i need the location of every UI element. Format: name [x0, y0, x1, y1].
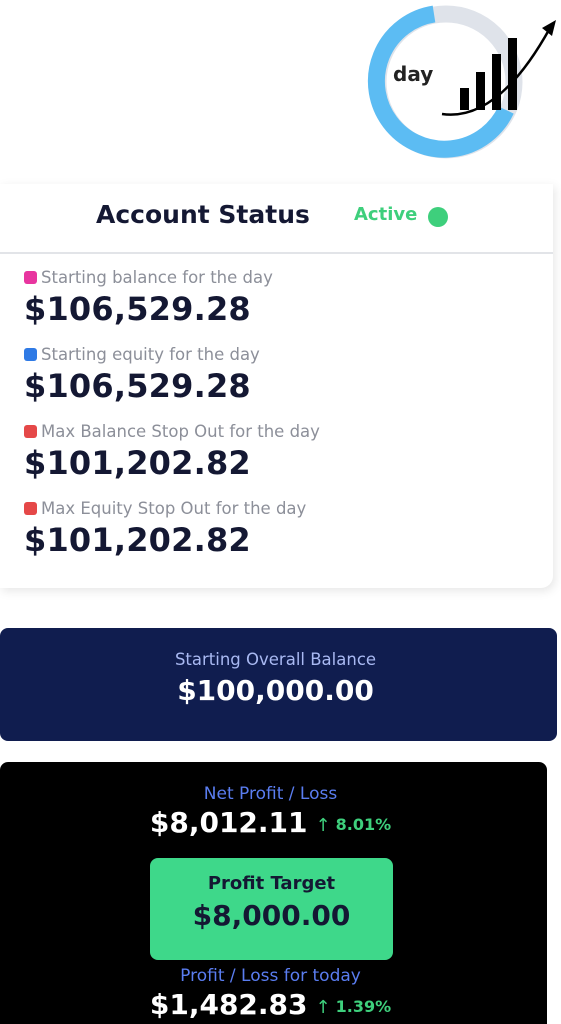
stat-value: $106,529.28 [24, 367, 251, 405]
stat-label: Starting balance for the day [41, 267, 273, 287]
blue-square-icon [24, 347, 37, 361]
net-profit-row: $8,012.11 ↑ 8.01% [0, 806, 541, 839]
profit-target-value: $8,000.00 [192, 899, 351, 932]
net-profit-percent: 8.01% [335, 815, 392, 834]
status-badge: Active [354, 204, 418, 225]
today-profit-value: $1,482.83 [149, 988, 308, 1021]
active-dot-icon [428, 207, 448, 227]
stat-max-equity-stop-out: Max Equity Stop Out for the day $101,202… [24, 497, 544, 559]
arrow-up-icon: ↑ [315, 815, 331, 836]
stat-value: $106,529.28 [24, 290, 251, 328]
stat-value: $101,202.82 [24, 521, 251, 559]
stat-starting-equity: Starting equity for the day $106,529.28 [24, 343, 544, 405]
today-profit-label: Profit / Loss for today [180, 966, 361, 986]
today-profit-row: $1,482.83 ↑ 1.39% [0, 988, 541, 1021]
growth-chart-icon [441, 20, 556, 116]
profit-card: Net Profit / Loss $8,012.11 ↑ 8.01% Prof… [0, 762, 547, 1024]
arrow-up-icon: ↑ [315, 997, 331, 1018]
red-square-icon [24, 501, 37, 515]
starting-overall-balance-card: Starting Overall Balance $100,000.00 [0, 628, 557, 741]
today-profit-percent: 1.39% [335, 997, 392, 1016]
net-profit-label: Net Profit / Loss [203, 784, 338, 804]
account-status-header: Account Status Active [0, 184, 553, 254]
ring-label: day [393, 62, 434, 86]
stat-label: Starting equity for the day [41, 344, 260, 364]
stat-max-balance-stop-out: Max Balance Stop Out for the day $101,20… [24, 420, 544, 482]
red-square-icon [24, 424, 37, 438]
overall-balance-label: Starting Overall Balance [174, 650, 377, 669]
profit-target-label: Profit Target [207, 873, 336, 894]
stat-starting-balance: Starting balance for the day $106,529.28 [24, 266, 544, 328]
account-status-card: Account Status Active Starting balance f… [0, 184, 553, 588]
pink-square-icon [24, 270, 37, 284]
account-status-title: Account Status [96, 200, 310, 229]
profit-target-box: Profit Target $8,000.00 [150, 858, 393, 960]
overall-balance-value: $100,000.00 [177, 674, 374, 707]
stat-value: $101,202.82 [24, 444, 251, 482]
net-profit-value: $8,012.11 [149, 806, 308, 839]
stat-label: Max Balance Stop Out for the day [41, 421, 320, 441]
stat-label: Max Equity Stop Out for the day [41, 498, 307, 518]
